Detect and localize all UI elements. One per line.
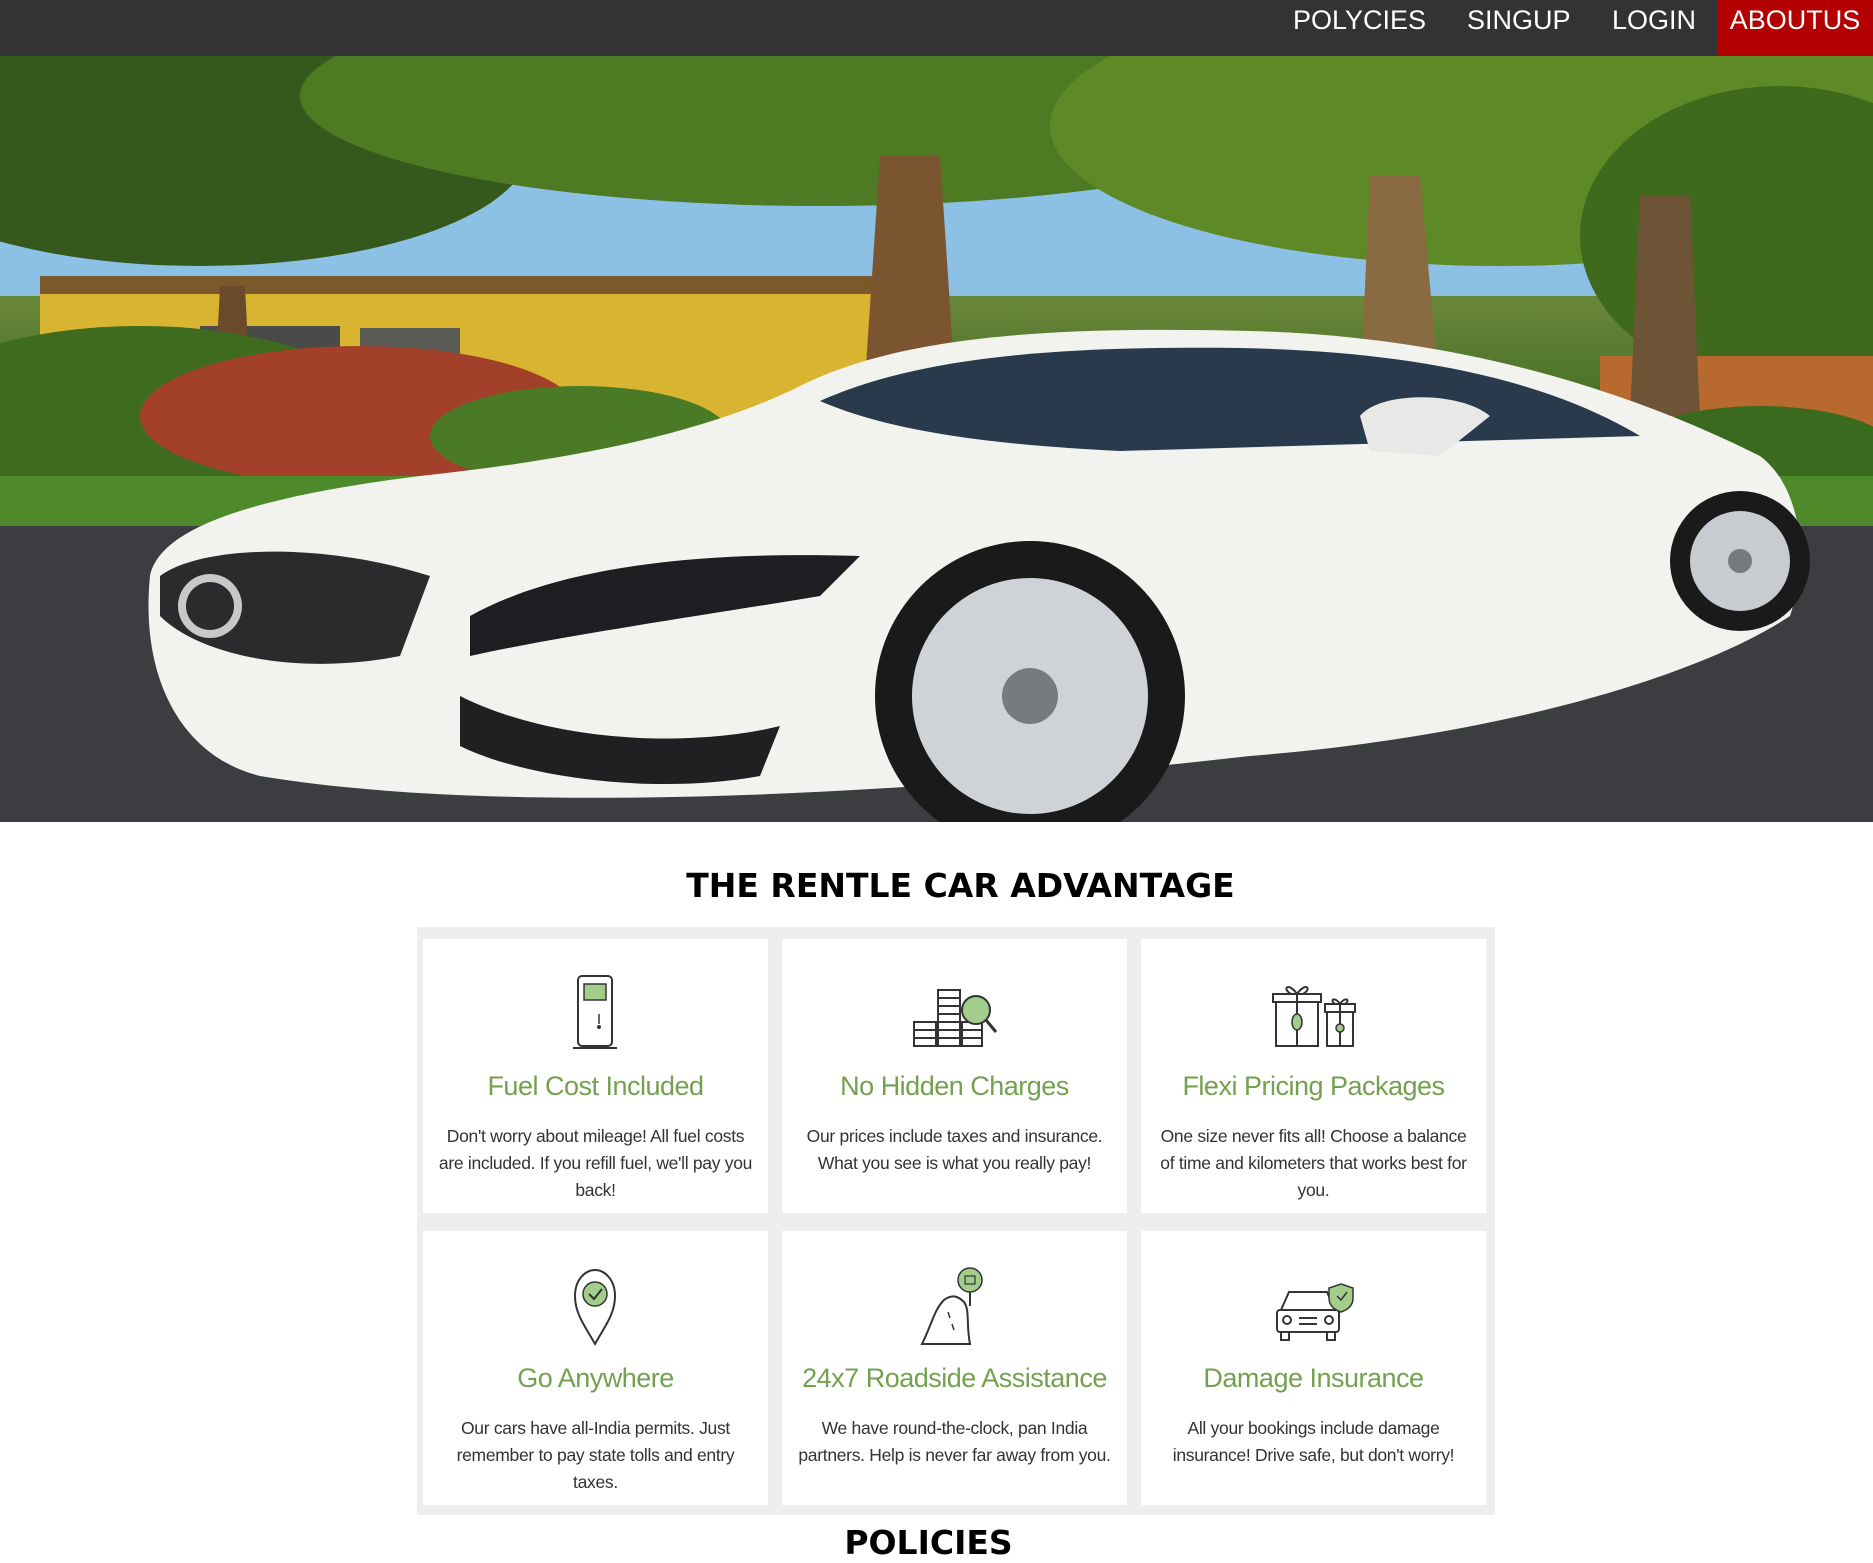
feature-description: Our prices include taxes and insurance. … [806, 1126, 1103, 1173]
feature-description: All your bookings include damage insuran… [1172, 1418, 1455, 1465]
feature-card-no-hidden-charges: No Hidden Charges Our prices include tax… [782, 939, 1127, 1213]
feature-description: Don't worry about mileage! All fuel cost… [438, 1126, 753, 1200]
road-assistance-icon [920, 1267, 983, 1345]
top-navbar: POLYCIES SINGUP LOGIN ABOUTUS [0, 0, 1873, 56]
feature-description: We have round-the-clock, pan India partn… [798, 1418, 1111, 1465]
feature-title: Flexi Pricing Packages [1182, 1071, 1445, 1101]
feature-card-flexi-pricing: Flexi Pricing Packages One size never fi… [1141, 939, 1486, 1213]
feature-card-go-anywhere: Go Anywhere Our cars have all-India perm… [423, 1231, 768, 1505]
nav-link-polycies[interactable]: POLYCIES [1293, 0, 1426, 56]
feature-description: Our cars have all-India permits. Just re… [456, 1418, 735, 1492]
feature-description: One size never fits all! Choose a balanc… [1160, 1126, 1467, 1200]
feature-title: Fuel Cost Included [487, 1071, 704, 1101]
gift-boxes-icon [1272, 986, 1356, 1047]
feature-title: 24x7 Roadside Assistance [802, 1363, 1107, 1393]
nav-link-login[interactable]: LOGIN [1612, 0, 1696, 56]
fuel-pump-icon [573, 975, 617, 1049]
feature-card-damage-insurance: Damage Insurance All your bookings inclu… [1141, 1231, 1486, 1505]
nav-link-singup[interactable]: SINGUP [1467, 0, 1571, 56]
feature-card-fuel: Fuel Cost Included Don't worry about mil… [423, 939, 768, 1213]
feature-card-roadside-assistance: 24x7 Roadside Assistance We have round-t… [782, 1231, 1127, 1505]
feature-title: No Hidden Charges [840, 1071, 1069, 1101]
advantage-grid: Fuel Cost Included Don't worry about mil… [417, 927, 1495, 1515]
hero-car-image [0, 56, 1873, 822]
hero-illustration [0, 56, 1873, 822]
location-pin-icon [573, 1268, 617, 1347]
advantage-section-title: THE RENTLE CAR ADVANTAGE [686, 866, 1235, 905]
car-shield-icon [1276, 1283, 1354, 1341]
policies-section-title: POLICIES [844, 1523, 1013, 1562]
nav-link-aboutus[interactable]: ABOUTUS [1717, 0, 1873, 56]
feature-title: Damage Insurance [1203, 1363, 1424, 1393]
feature-title: Go Anywhere [517, 1363, 674, 1393]
coins-magnifier-icon [913, 989, 998, 1047]
